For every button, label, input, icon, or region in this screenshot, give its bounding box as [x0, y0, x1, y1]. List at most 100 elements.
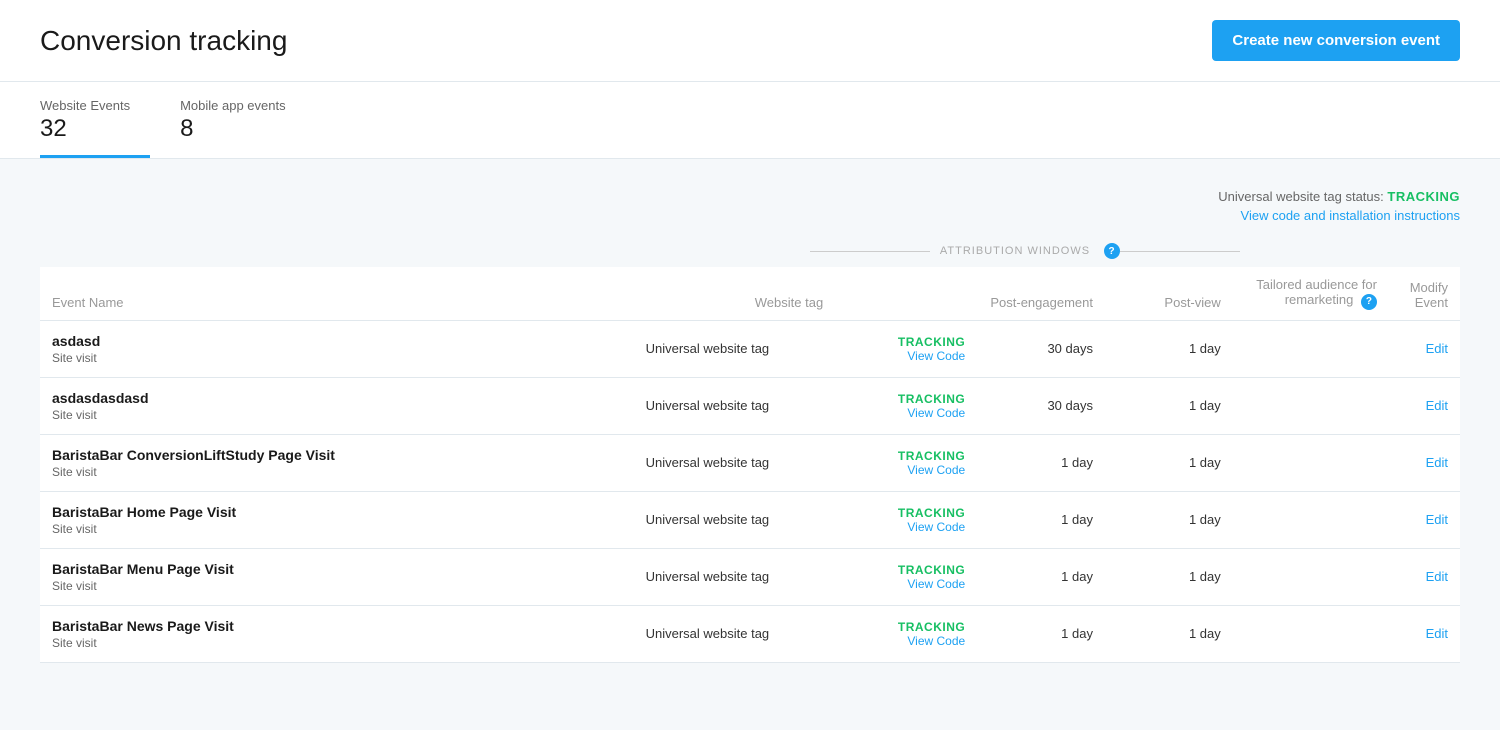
event-type-2: Site visit: [52, 465, 568, 479]
tab-website-label: Website Events: [40, 98, 130, 113]
page-title: Conversion tracking: [40, 25, 287, 57]
table-row: BaristaBar News Page Visit Site visit Un…: [40, 605, 1460, 662]
view-code-btn-3[interactable]: View Code: [847, 520, 965, 534]
table-row: BaristaBar ConversionLiftStudy Page Visi…: [40, 434, 1460, 491]
event-type-4: Site visit: [52, 579, 568, 593]
cell-modify-2: Edit: [1389, 434, 1460, 491]
edit-link-5[interactable]: Edit: [1426, 626, 1448, 641]
status-line: Universal website tag status: TRACKING: [40, 189, 1460, 204]
cell-tag-5: Universal website tag: [580, 605, 836, 662]
tabs-section: Website Events 32 Mobile app events 8: [0, 82, 1500, 159]
view-code-btn-2[interactable]: View Code: [847, 463, 965, 477]
edit-link-4[interactable]: Edit: [1426, 569, 1448, 584]
col-header-tailored-audience: Tailored audience for remarketing ?: [1233, 267, 1389, 320]
cell-post-view-2: 1 day: [1105, 434, 1233, 491]
event-name-2: BaristaBar ConversionLiftStudy Page Visi…: [52, 447, 568, 463]
edit-link-0[interactable]: Edit: [1426, 341, 1448, 356]
tracking-status-2: TRACKING: [847, 449, 965, 463]
view-code-btn-0[interactable]: View Code: [847, 349, 965, 363]
edit-link-3[interactable]: Edit: [1426, 512, 1448, 527]
cell-modify-0: Edit: [1389, 320, 1460, 377]
table-row: BaristaBar Home Page Visit Site visit Un…: [40, 491, 1460, 548]
cell-audience-1: [1233, 377, 1389, 434]
cell-post-view-0: 1 day: [1105, 320, 1233, 377]
cell-tracking-3: TRACKING View Code: [835, 491, 977, 548]
cell-tracking-0: TRACKING View Code: [835, 320, 977, 377]
cell-tag-0: Universal website tag: [580, 320, 836, 377]
attribution-windows-header: ATTRIBUTION WINDOWS ?: [40, 243, 1460, 259]
table-body: asdasd Site visit Universal website tag …: [40, 320, 1460, 662]
cell-audience-0: [1233, 320, 1389, 377]
cell-post-view-5: 1 day: [1105, 605, 1233, 662]
attribution-help-icon[interactable]: ?: [1104, 243, 1120, 259]
attribution-left-line: [810, 251, 930, 252]
event-name-4: BaristaBar Menu Page Visit: [52, 561, 568, 577]
table-header-row: Event Name Website tag Post-engagement P…: [40, 267, 1460, 320]
view-code-btn-1[interactable]: View Code: [847, 406, 965, 420]
tracking-status-3: TRACKING: [847, 506, 965, 520]
view-code-btn-5[interactable]: View Code: [847, 634, 965, 648]
cell-tag-2: Universal website tag: [580, 434, 836, 491]
event-type-0: Site visit: [52, 351, 568, 365]
events-table: Event Name Website tag Post-engagement P…: [40, 267, 1460, 663]
event-name-3: BaristaBar Home Page Visit: [52, 504, 568, 520]
table-row: asdasd Site visit Universal website tag …: [40, 320, 1460, 377]
table-row: BaristaBar Menu Page Visit Site visit Un…: [40, 548, 1460, 605]
cell-tag-4: Universal website tag: [580, 548, 836, 605]
edit-link-1[interactable]: Edit: [1426, 398, 1448, 413]
tracking-status-badge: TRACKING: [1387, 189, 1460, 204]
col-header-website-tag: Website tag: [580, 267, 836, 320]
cell-event-name-4: BaristaBar Menu Page Visit Site visit: [40, 548, 580, 605]
cell-tracking-1: TRACKING View Code: [835, 377, 977, 434]
event-name-1: asdasdasdasd: [52, 390, 568, 406]
tab-mobile-events[interactable]: Mobile app events 8: [180, 82, 306, 158]
col-header-modify-event: Modify Event: [1389, 267, 1460, 320]
cell-audience-3: [1233, 491, 1389, 548]
event-name-0: asdasd: [52, 333, 568, 349]
cell-tracking-5: TRACKING View Code: [835, 605, 977, 662]
audience-help-icon[interactable]: ?: [1361, 294, 1377, 310]
universal-tag-status-label: Universal website tag status:: [1218, 189, 1383, 204]
edit-link-2[interactable]: Edit: [1426, 455, 1448, 470]
cell-post-eng-5: 1 day: [977, 605, 1105, 662]
create-conversion-button[interactable]: Create new conversion event: [1212, 20, 1460, 61]
cell-event-name-1: asdasdasdasd Site visit: [40, 377, 580, 434]
cell-audience-4: [1233, 548, 1389, 605]
cell-audience-2: [1233, 434, 1389, 491]
cell-modify-1: Edit: [1389, 377, 1460, 434]
cell-post-eng-2: 1 day: [977, 434, 1105, 491]
tracking-status-0: TRACKING: [847, 335, 965, 349]
content-area: Universal website tag status: TRACKING V…: [0, 159, 1500, 683]
cell-post-eng-3: 1 day: [977, 491, 1105, 548]
tab-mobile-label: Mobile app events: [180, 98, 286, 113]
cell-modify-3: Edit: [1389, 491, 1460, 548]
attribution-right-line: [1120, 251, 1240, 252]
page-header: Conversion tracking Create new conversio…: [0, 0, 1500, 82]
col-header-post-engagement: Post-engagement: [977, 267, 1105, 320]
cell-post-eng-0: 30 days: [977, 320, 1105, 377]
cell-post-view-3: 1 day: [1105, 491, 1233, 548]
event-name-5: BaristaBar News Page Visit: [52, 618, 568, 634]
cell-tracking-2: TRACKING View Code: [835, 434, 977, 491]
cell-event-name-5: BaristaBar News Page Visit Site visit: [40, 605, 580, 662]
tab-website-count: 32: [40, 115, 130, 143]
view-code-btn-4[interactable]: View Code: [847, 577, 965, 591]
tab-website-events[interactable]: Website Events 32: [40, 82, 150, 158]
event-type-1: Site visit: [52, 408, 568, 422]
table-row: asdasdasdasd Site visit Universal websit…: [40, 377, 1460, 434]
event-type-5: Site visit: [52, 636, 568, 650]
view-code-line: View code and installation instructions: [40, 208, 1460, 223]
view-code-link[interactable]: View code and installation instructions: [1241, 208, 1460, 223]
cell-audience-5: [1233, 605, 1389, 662]
tracking-status-bar: Universal website tag status: TRACKING V…: [40, 179, 1460, 243]
col-header-tracking: [835, 267, 977, 320]
cell-tag-3: Universal website tag: [580, 491, 836, 548]
cell-post-eng-1: 30 days: [977, 377, 1105, 434]
attribution-windows-label: ATTRIBUTION WINDOWS: [930, 245, 1100, 257]
tracking-status-1: TRACKING: [847, 392, 965, 406]
col-header-event-name: Event Name: [40, 267, 580, 320]
cell-tag-1: Universal website tag: [580, 377, 836, 434]
cell-post-view-4: 1 day: [1105, 548, 1233, 605]
tracking-status-4: TRACKING: [847, 563, 965, 577]
cell-post-view-1: 1 day: [1105, 377, 1233, 434]
